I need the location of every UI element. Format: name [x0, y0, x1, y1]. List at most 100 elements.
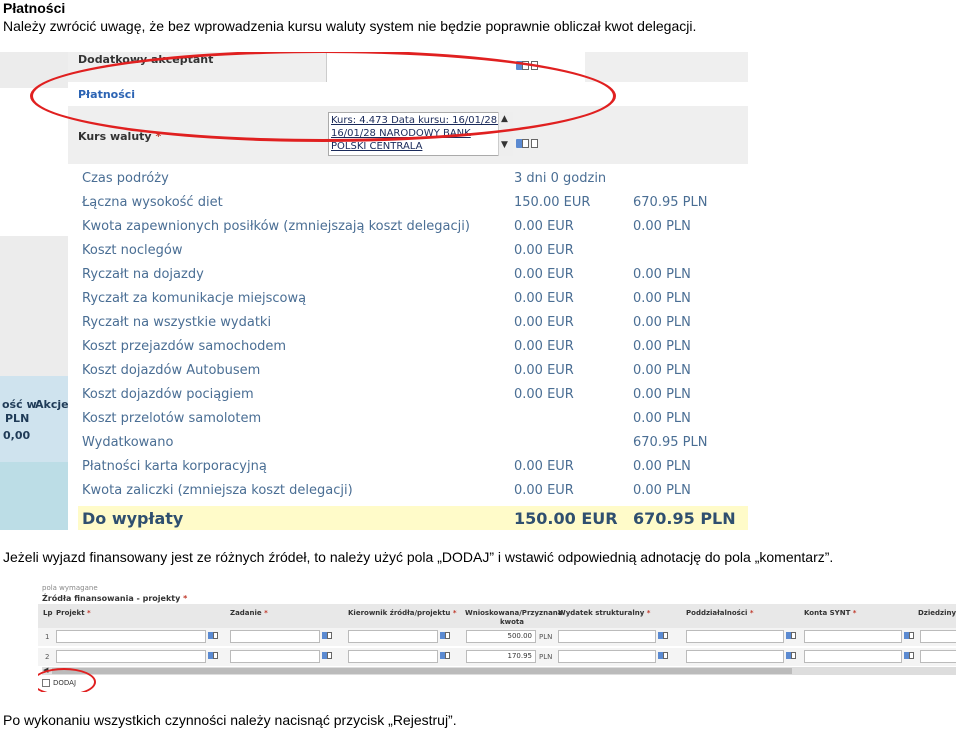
cost-row-eur: 0.00 EUR [514, 243, 574, 258]
paragraph-exchange-rate-note: Należy zwrócić uwagę, że bez wprowadzeni… [3, 18, 697, 34]
funding-field[interactable] [56, 630, 206, 643]
funding-row: 2 170.95 PLN [38, 648, 956, 666]
funding-field[interactable] [920, 630, 956, 643]
payout-eur: 150.00 EUR [514, 509, 618, 528]
strip-currency: PLN [5, 412, 30, 425]
picker-icon[interactable] [904, 631, 914, 641]
cost-row-eur: 0.00 EUR [514, 315, 574, 330]
cost-row-label: Ryczałt na wszystkie wydatki [82, 315, 272, 330]
scroll-down-icon[interactable]: ▼ [501, 140, 508, 150]
cost-row-eur: 0.00 EUR [514, 387, 574, 402]
funding-field[interactable] [804, 630, 902, 643]
cost-row: Kwota zapewnionych posiłków (zmniejszają… [82, 215, 748, 239]
highlight-ellipse [30, 52, 616, 142]
cost-row-pln: 0.00 PLN [633, 267, 691, 282]
picker-icon[interactable] [440, 651, 450, 661]
cost-row: Czas podróży 3 dni 0 godzin [82, 167, 748, 191]
left-strip: ość w Akcje PLN 0,00 [0, 52, 69, 530]
payout-label: Do wypłaty [82, 509, 184, 528]
col-lp: Lp [43, 609, 53, 617]
cost-row-pln: 0.00 PLN [633, 459, 691, 474]
amount-currency: PLN [539, 633, 553, 641]
funding-table-header: Lp Projekt * Zadanie * Kierownik źródła/… [38, 604, 956, 628]
funding-field[interactable] [920, 650, 956, 663]
cost-row-eur: 0.00 EUR [514, 459, 574, 474]
cost-row: Koszt dojazdów pociągiem 0.00 EUR 0.00 PLN [82, 383, 748, 407]
col-project: Projekt * [56, 609, 91, 617]
payments-screenshot: ość w Akcje PLN 0,00 Dodatkowy akceptant… [0, 52, 750, 530]
funding-field[interactable] [230, 630, 320, 643]
picker-icon[interactable] [658, 651, 668, 661]
picker-icon[interactable] [322, 651, 332, 661]
cost-row: Koszt dojazdów Autobusem 0.00 EUR 0.00 PLN [82, 359, 748, 383]
cost-row-eur: 0.00 EUR [514, 267, 574, 282]
picker-icon[interactable] [440, 631, 450, 641]
cost-row: Ryczałt na dojazdy 0.00 EUR 0.00 PLN [82, 263, 748, 287]
cost-row-eur: 3 dni 0 godzin [514, 171, 607, 186]
cost-row: Płatności karta korporacyjną 0.00 EUR 0.00… [82, 455, 748, 479]
funding-field[interactable] [348, 650, 438, 663]
section-title: Płatności [3, 0, 66, 16]
horizontal-scrollbar[interactable]: ◀ [42, 666, 956, 675]
cost-row-label: Płatności karta korporacyjną [82, 459, 267, 474]
funding-field[interactable] [348, 630, 438, 643]
cost-row-pln: 0.00 PLN [633, 483, 691, 498]
paragraph-register-note: Po wykonaniu wszystkich czynności należy… [3, 712, 457, 728]
funding-field[interactable] [804, 650, 902, 663]
cost-row-label: Kwota zaliczki (zmniejsza koszt delegacj… [82, 483, 353, 498]
funding-field[interactable] [558, 650, 656, 663]
required-fields-note: pola wymagane [42, 584, 98, 592]
picker-icon[interactable] [904, 651, 914, 661]
col-domains: Dziedziny [918, 609, 956, 617]
col-subactivities: Poddziałalności * [686, 609, 754, 617]
cost-row-pln: 0.00 PLN [633, 291, 691, 306]
cost-row-pln: 670.95 PLN [633, 195, 708, 210]
paragraph-multiple-sources-note: Jeżeli wyjazd finansowany jest ze różnyc… [3, 549, 834, 565]
cost-row: Koszt przejazdów samochodem 0.00 EUR 0.00 … [82, 335, 748, 359]
funding-section-title: Źródła finansowania - projekty * [42, 594, 188, 603]
scrollbar-thumb[interactable] [52, 668, 792, 674]
cost-row-pln: 0.00 PLN [633, 339, 691, 354]
amount-field[interactable]: 170.95 [466, 650, 536, 663]
funding-field[interactable] [686, 630, 784, 643]
funding-field[interactable] [558, 630, 656, 643]
clear-icon[interactable] [531, 138, 544, 150]
cost-row-label: Kwota zapewnionych posiłków (zmniejszają… [82, 219, 470, 234]
cost-row-eur: 0.00 EUR [514, 339, 574, 354]
picker-icon[interactable] [516, 138, 529, 150]
cost-row: Ryczałt na wszystkie wydatki 0.00 EUR 0.00… [82, 311, 748, 335]
funding-sources-screenshot: pola wymagane Źródła finansowania - proj… [38, 584, 956, 692]
col-task: Zadanie * [230, 609, 268, 617]
amount-field[interactable]: 500.00 [466, 630, 536, 643]
cost-row: Koszt przelotów samolotem 0.00 PLN [82, 407, 748, 431]
funding-field[interactable] [56, 650, 206, 663]
cost-row-eur: 150.00 EUR [514, 195, 591, 210]
funding-field[interactable] [230, 650, 320, 663]
cost-row-label: Koszt dojazdów Autobusem [82, 363, 261, 378]
picker-icon[interactable] [786, 651, 796, 661]
cost-row-label: Koszt dojazdów pociągiem [82, 387, 254, 402]
cost-row-pln: 0.00 PLN [633, 411, 691, 426]
payout-pln: 670.95 PLN [633, 509, 736, 528]
cost-row: Łączna wysokość diet 150.00 EUR 670.95 PLN [82, 191, 748, 215]
picker-icon[interactable] [786, 631, 796, 641]
funding-field[interactable] [686, 650, 784, 663]
picker-icon[interactable] [322, 631, 332, 641]
cost-row-pln: 0.00 PLN [633, 219, 691, 234]
picker-icon[interactable] [208, 631, 218, 641]
cost-row-label: Czas podróży [82, 171, 169, 186]
cost-row-eur: 0.00 EUR [514, 363, 574, 378]
cost-row-label: Ryczałt za komunikacje miejscową [82, 291, 307, 306]
payout-total-row: Do wypłaty 150.00 EUR 670.95 PLN [78, 506, 748, 530]
cost-row: Kwota zaliczki (zmniejsza koszt delegacj… [82, 479, 748, 503]
picker-icon[interactable] [208, 651, 218, 661]
cost-row-label: Koszt noclegów [82, 243, 183, 258]
strip-value: 0,00 [3, 429, 31, 442]
cost-row: Koszt noclegów 0.00 EUR [82, 239, 748, 263]
cost-row-label: Ryczałt na dojazdy [82, 267, 204, 282]
row-number: 2 [45, 653, 50, 661]
amount-currency: PLN [539, 653, 553, 661]
picker-icon[interactable] [658, 631, 668, 641]
cost-row-label: Koszt przejazdów samochodem [82, 339, 287, 354]
highlight-ellipse-add [38, 668, 96, 692]
